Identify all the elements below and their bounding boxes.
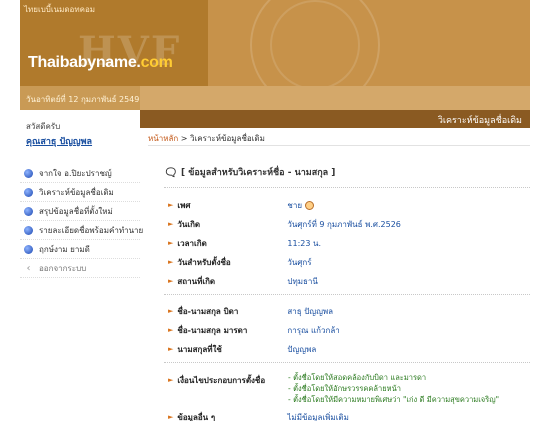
caret-right-icon: ►	[168, 220, 174, 228]
divider	[148, 145, 530, 146]
field-row-conditions: ► เงื่อนไขประกอบการตั้งชื่อ	[168, 374, 287, 386]
breadcrumb-separator: >	[178, 134, 191, 143]
chevron-left-icon: ‹	[26, 262, 31, 274]
caret-right-icon: ►	[168, 345, 174, 353]
baby-boy-icon	[305, 200, 314, 210]
field-value: ปัญญพล	[287, 344, 317, 354]
section-separator	[164, 362, 530, 363]
caret-right-icon: ►	[168, 239, 174, 247]
condition-line: - ตั้งชื่อโดยให้สอดคล้องกับบิดา และมารดา	[288, 373, 427, 382]
field-value: ปทุมธานี	[287, 276, 318, 286]
field-row-surname: ► นามสกุลที่ใช้ ปัญญพล	[168, 343, 316, 355]
field-value: วันศุกร์	[287, 257, 312, 267]
site-logo[interactable]: Thaibabyname.com	[28, 54, 173, 72]
sidebar-item-new-name-summary[interactable]: สรุปข้อมูลชื่อที่ตั้งใหม่	[20, 202, 140, 221]
sidebar-item-label: ออกจากระบบ	[39, 263, 87, 273]
gender-value: ชาย	[287, 200, 302, 210]
site-tagline: ไทยเบบี้เนมดอทคอม	[24, 5, 96, 14]
field-row-gender: ► เพศ ชาย	[168, 199, 314, 211]
date-bar-fill	[140, 86, 530, 110]
page-title: วิเคราะห์ข้อมูลชื่อเดิม	[437, 116, 522, 126]
field-row-other: ► ข้อมูลอื่น ๆ ไม่มีข้อมูลเพิ่มเติม	[168, 411, 349, 421]
caret-right-icon: ►	[168, 326, 174, 334]
username-link[interactable]: คุณสาธุ ปัญญพล	[26, 134, 140, 148]
caret-right-icon: ►	[168, 413, 174, 421]
sidebar-item-label: จากใจ อ.ปิยะปราชญ์	[39, 168, 112, 178]
decorative-circle	[270, 0, 360, 86]
field-label: วันสำหรับตั้งชื่อ	[177, 257, 231, 267]
caret-right-icon: ►	[168, 201, 174, 209]
sidebar-item-analyze-name[interactable]: วิเคราะห์ข้อมูลชื่อเดิม	[20, 183, 140, 202]
section-heading: 🗨 [ ข้อมูลสำหรับวิเคราะห์ชื่อ - นามสกุล …	[164, 165, 335, 179]
field-value: ไม่มีข้อมูลเพิ่มเติม	[287, 412, 349, 421]
breadcrumb-current: วิเคราะห์ข้อมูลชื่อเดิม	[190, 134, 265, 143]
blue-ball-icon	[24, 244, 33, 254]
user-greeting: สวัสดีครับ คุณสาธุ ปัญญพล	[20, 110, 140, 148]
field-value: ชาย	[287, 199, 314, 212]
sidebar-item-auspicious-time[interactable]: ฤกษ์งาม ยามดี	[20, 240, 140, 259]
sidebar-item-name-details[interactable]: รายละเอียดชื่อพร้อมคำทำนาย	[20, 221, 144, 240]
caret-right-icon: ►	[168, 376, 174, 384]
sidebar-item-label: รายละเอียดชื่อพร้อมคำทำนาย	[39, 225, 144, 235]
sidebar-item-logout[interactable]: ‹ ออกจากระบบ	[20, 259, 140, 278]
section-separator	[164, 187, 530, 188]
greeting-text: สวัสดีครับ	[26, 122, 61, 131]
site-header: ไทยเบบี้เนมดอทคอม HVF Thaibabyname.com	[20, 0, 530, 86]
date-bar: วันอาทิตย์ที่ 12 กุมภาพันธ์ 2549	[20, 86, 140, 110]
sidebar-item-label: สรุปข้อมูลชื่อที่ตั้งใหม่	[39, 206, 113, 216]
field-value: การุณ แก้วกล้า	[287, 325, 340, 335]
conditions-list: - ตั้งชื่อโดยให้สอดคล้องกับบิดา และมารดา…	[288, 372, 499, 405]
sidebar-menu: จากใจ อ.ปิยะปราชญ์ วิเคราะห์ข้อมูลชื่อเด…	[20, 164, 144, 278]
field-row-birthdate: ► วันเกิด วันศุกร์ที่ 9 กุมภาพันธ์ พ.ศ.2…	[168, 218, 401, 230]
field-label: เงื่อนไขประกอบการตั้งชื่อ	[177, 375, 266, 385]
sidebar-item-label: ฤกษ์งาม ยามดี	[39, 244, 90, 254]
field-label: วันเกิด	[177, 219, 201, 229]
speech-bubble-icon: 🗨	[164, 165, 178, 179]
blue-ball-icon	[24, 206, 33, 216]
field-label: ชื่อ-นามสกุล มารดา	[177, 325, 248, 335]
page-title-bar: วิเคราะห์ข้อมูลชื่อเดิม	[140, 110, 530, 128]
caret-right-icon: ►	[168, 307, 174, 315]
field-value: วันศุกร์ที่ 9 กุมภาพันธ์ พ.ศ.2526	[287, 219, 401, 229]
section-title: [ ข้อมูลสำหรับวิเคราะห์ชื่อ - นามสกุล ]	[180, 168, 336, 178]
blue-ball-icon	[24, 225, 33, 235]
field-row-father: ► ชื่อ-นามสกุล บิดา สาธุ ปัญญพล	[168, 305, 333, 317]
field-label: เพศ	[177, 200, 191, 210]
breadcrumb-home-link[interactable]: หน้าหลัก	[148, 134, 178, 143]
sidebar-item-label: วิเคราะห์ข้อมูลชื่อเดิม	[39, 187, 114, 197]
section-separator	[164, 294, 530, 295]
field-value: สาธุ ปัญญพล	[287, 306, 334, 316]
sidebar-item-message[interactable]: จากใจ อ.ปิยะปราชญ์	[20, 164, 140, 183]
field-row-mother: ► ชื่อ-นามสกุล มารดา การุณ แก้วกล้า	[168, 324, 340, 336]
current-date: วันอาทิตย์ที่ 12 กุมภาพันธ์ 2549	[26, 95, 140, 104]
blue-ball-icon	[24, 187, 33, 197]
field-row-naming-day: ► วันสำหรับตั้งชื่อ วันศุกร์	[168, 256, 312, 268]
blue-ball-icon	[24, 168, 33, 178]
field-label: เวลาเกิด	[177, 238, 207, 248]
field-label: ข้อมูลอื่น ๆ	[177, 412, 216, 421]
field-label: ชื่อ-นามสกุล บิดา	[177, 306, 239, 316]
sidebar: สวัสดีครับ คุณสาธุ ปัญญพล จากใจ อ.ปิยะปร…	[20, 110, 144, 278]
logo-extension: com	[140, 54, 173, 71]
condition-line: - ตั้งชื่อโดยให้มีความหมายพิเศษว่า "เก่ง…	[288, 395, 500, 404]
breadcrumb: หน้าหลัก > วิเคราะห์ข้อมูลชื่อเดิม	[148, 132, 265, 145]
logo-text: Thaibabyname.	[28, 54, 141, 71]
field-label: สถานที่เกิด	[177, 276, 216, 286]
caret-right-icon: ►	[168, 277, 174, 285]
field-label: นามสกุลที่ใช้	[177, 344, 222, 354]
field-value: 11:23 น.	[287, 238, 321, 248]
field-row-birthtime: ► เวลาเกิด 11:23 น.	[168, 237, 321, 249]
condition-line: - ตั้งชื่อโดยให้อักษรวรรคคล้ายหน้า	[288, 384, 401, 393]
caret-right-icon: ►	[168, 258, 174, 266]
field-row-birthplace: ► สถานที่เกิด ปทุมธานี	[168, 275, 318, 287]
